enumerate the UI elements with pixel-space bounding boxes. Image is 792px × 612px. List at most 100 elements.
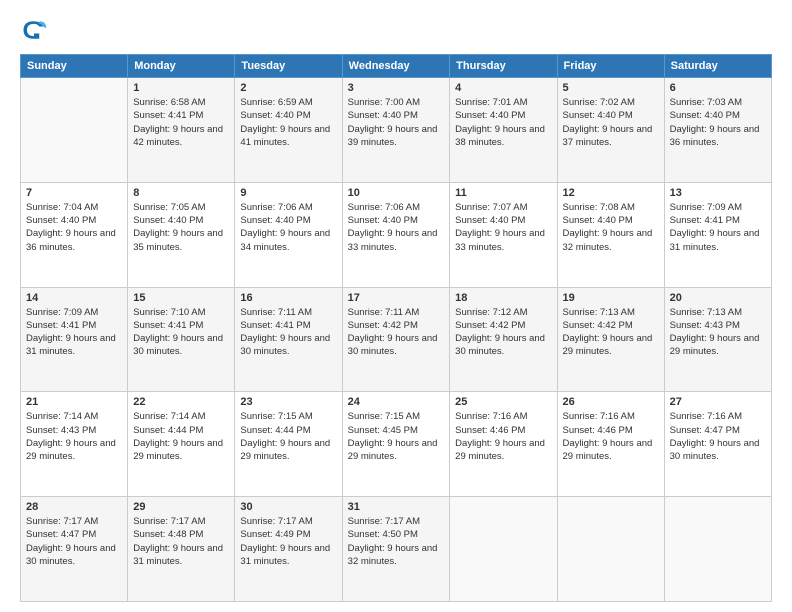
calendar-week-2: 7 Sunrise: 7:04 AMSunset: 4:40 PMDaylight… — [21, 182, 772, 287]
calendar-table: SundayMondayTuesdayWednesdayThursdayFrid… — [20, 54, 772, 602]
calendar-cell: 30Sunrise: 7:17 AMSunset: 4:49 PMDayligh… — [235, 497, 342, 602]
day-number: 7 — [26, 187, 122, 199]
day-info: Sunrise: 7:14 AMSunset: 4:43 PMDaylight:… — [26, 410, 122, 463]
day-number: 3 — [348, 82, 445, 94]
day-number: 23 — [240, 396, 336, 408]
calendar-week-1: 1 Sunrise: 6:58 AMSunset: 4:41 PMDaylight… — [21, 78, 772, 183]
calendar-cell — [664, 497, 771, 602]
day-number: 22 — [133, 396, 229, 408]
day-number: 1 — [133, 82, 229, 94]
calendar-cell: 4 Sunrise: 7:01 AMSunset: 4:40 PMDaylight… — [450, 78, 557, 183]
day-number: 11 — [455, 187, 551, 199]
day-number: 2 — [240, 82, 336, 94]
calendar-cell: 28 Sunrise: 7:17 AMSunset: 4:47 PMDayligh… — [21, 497, 128, 602]
day-info: Sunrise: 7:10 AMSunset: 4:41 PMDaylight:… — [133, 306, 229, 359]
day-info: Sunrise: 7:08 AMSunset: 4:40 PMDaylight:… — [563, 201, 659, 254]
day-info: Sunrise: 7:17 AMSunset: 4:50 PMDaylight:… — [348, 515, 445, 568]
calendar-cell: 19 Sunrise: 7:13 AMSunset: 4:42 PMDayligh… — [557, 287, 664, 392]
day-info: Sunrise: 7:02 AMSunset: 4:40 PMDaylight:… — [563, 96, 659, 149]
day-number: 29 — [133, 501, 229, 513]
calendar-cell: 8 Sunrise: 7:05 AMSunset: 4:40 PMDaylight… — [128, 182, 235, 287]
day-number: 31 — [348, 501, 445, 513]
day-info: Sunrise: 7:03 AMSunset: 4:40 PMDaylight:… — [670, 96, 766, 149]
weekday-header-wednesday: Wednesday — [342, 55, 450, 78]
day-info: Sunrise: 7:16 AMSunset: 4:47 PMDaylight:… — [670, 410, 766, 463]
calendar-cell: 15 Sunrise: 7:10 AMSunset: 4:41 PMDayligh… — [128, 287, 235, 392]
calendar-cell: 31 Sunrise: 7:17 AMSunset: 4:50 PMDayligh… — [342, 497, 450, 602]
day-info: Sunrise: 7:12 AMSunset: 4:42 PMDaylight:… — [455, 306, 551, 359]
day-number: 17 — [348, 292, 445, 304]
day-info: Sunrise: 7:01 AMSunset: 4:40 PMDaylight:… — [455, 96, 551, 149]
day-info: Sunrise: 7:09 AMSunset: 4:41 PMDaylight:… — [670, 201, 766, 254]
header — [20, 16, 772, 44]
weekday-header-friday: Friday — [557, 55, 664, 78]
calendar-cell: 10 Sunrise: 7:06 AMSunset: 4:40 PMDayligh… — [342, 182, 450, 287]
day-number: 24 — [348, 396, 445, 408]
day-number: 9 — [240, 187, 336, 199]
calendar-cell: 27 Sunrise: 7:16 AMSunset: 4:47 PMDayligh… — [664, 392, 771, 497]
day-number: 15 — [133, 292, 229, 304]
calendar-cell: 20Sunrise: 7:13 AMSunset: 4:43 PMDayligh… — [664, 287, 771, 392]
day-info: Sunrise: 7:16 AMSunset: 4:46 PMDaylight:… — [563, 410, 659, 463]
weekday-header-monday: Monday — [128, 55, 235, 78]
calendar-header: SundayMondayTuesdayWednesdayThursdayFrid… — [21, 55, 772, 78]
day-info: Sunrise: 7:14 AMSunset: 4:44 PMDaylight:… — [133, 410, 229, 463]
calendar-cell: 6 Sunrise: 7:03 AMSunset: 4:40 PMDaylight… — [664, 78, 771, 183]
calendar-cell: 9Sunrise: 7:06 AMSunset: 4:40 PMDaylight… — [235, 182, 342, 287]
calendar-cell: 2 Sunrise: 6:59 AMSunset: 4:40 PMDaylight… — [235, 78, 342, 183]
day-info: Sunrise: 7:05 AMSunset: 4:40 PMDaylight:… — [133, 201, 229, 254]
day-number: 4 — [455, 82, 551, 94]
day-info: Sunrise: 7:16 AMSunset: 4:46 PMDaylight:… — [455, 410, 551, 463]
day-info: Sunrise: 7:09 AMSunset: 4:41 PMDaylight:… — [26, 306, 122, 359]
calendar-cell: 29 Sunrise: 7:17 AMSunset: 4:48 PMDayligh… — [128, 497, 235, 602]
day-info: Sunrise: 6:59 AMSunset: 4:40 PMDaylight:… — [240, 96, 336, 149]
day-info: Sunrise: 7:06 AMSunset: 4:40 PMDaylight:… — [348, 201, 445, 254]
calendar-cell: 13 Sunrise: 7:09 AMSunset: 4:41 PMDayligh… — [664, 182, 771, 287]
calendar-cell: 16 Sunrise: 7:11 AMSunset: 4:41 PMDayligh… — [235, 287, 342, 392]
day-number: 25 — [455, 396, 551, 408]
calendar-cell — [557, 497, 664, 602]
day-number: 28 — [26, 501, 122, 513]
calendar-week-3: 14Sunrise: 7:09 AMSunset: 4:41 PMDayligh… — [21, 287, 772, 392]
day-number: 10 — [348, 187, 445, 199]
calendar-cell: 5Sunrise: 7:02 AMSunset: 4:40 PMDaylight… — [557, 78, 664, 183]
day-info: Sunrise: 7:00 AMSunset: 4:40 PMDaylight:… — [348, 96, 445, 149]
day-info: Sunrise: 7:15 AMSunset: 4:45 PMDaylight:… — [348, 410, 445, 463]
day-info: Sunrise: 7:17 AMSunset: 4:48 PMDaylight:… — [133, 515, 229, 568]
calendar-cell: 21 Sunrise: 7:14 AMSunset: 4:43 PMDayligh… — [21, 392, 128, 497]
calendar-cell: 22 Sunrise: 7:14 AMSunset: 4:44 PMDayligh… — [128, 392, 235, 497]
day-number: 27 — [670, 396, 766, 408]
calendar-week-5: 28 Sunrise: 7:17 AMSunset: 4:47 PMDayligh… — [21, 497, 772, 602]
calendar-cell: 26 Sunrise: 7:16 AMSunset: 4:46 PMDayligh… — [557, 392, 664, 497]
day-number: 12 — [563, 187, 659, 199]
day-info: Sunrise: 7:11 AMSunset: 4:41 PMDaylight:… — [240, 306, 336, 359]
day-info: Sunrise: 7:11 AMSunset: 4:42 PMDaylight:… — [348, 306, 445, 359]
calendar-cell: 17 Sunrise: 7:11 AMSunset: 4:42 PMDayligh… — [342, 287, 450, 392]
calendar-cell: 14Sunrise: 7:09 AMSunset: 4:41 PMDayligh… — [21, 287, 128, 392]
day-number: 26 — [563, 396, 659, 408]
day-info: Sunrise: 7:07 AMSunset: 4:40 PMDaylight:… — [455, 201, 551, 254]
day-number: 8 — [133, 187, 229, 199]
calendar-cell — [21, 78, 128, 183]
calendar-cell: 25 Sunrise: 7:16 AMSunset: 4:46 PMDayligh… — [450, 392, 557, 497]
calendar-cell: 18 Sunrise: 7:12 AMSunset: 4:42 PMDayligh… — [450, 287, 557, 392]
day-info: Sunrise: 7:17 AMSunset: 4:47 PMDaylight:… — [26, 515, 122, 568]
day-number: 18 — [455, 292, 551, 304]
day-number: 30 — [240, 501, 336, 513]
day-number: 6 — [670, 82, 766, 94]
day-number: 20 — [670, 292, 766, 304]
day-number: 19 — [563, 292, 659, 304]
day-info: Sunrise: 7:13 AMSunset: 4:42 PMDaylight:… — [563, 306, 659, 359]
day-info: Sunrise: 6:58 AMSunset: 4:41 PMDaylight:… — [133, 96, 229, 149]
calendar-cell: 12 Sunrise: 7:08 AMSunset: 4:40 PMDayligh… — [557, 182, 664, 287]
day-info: Sunrise: 7:15 AMSunset: 4:44 PMDaylight:… — [240, 410, 336, 463]
weekday-header-sunday: Sunday — [21, 55, 128, 78]
logo — [20, 16, 52, 44]
calendar-cell: 24 Sunrise: 7:15 AMSunset: 4:45 PMDayligh… — [342, 392, 450, 497]
day-number: 21 — [26, 396, 122, 408]
day-number: 16 — [240, 292, 336, 304]
calendar-week-4: 21 Sunrise: 7:14 AMSunset: 4:43 PMDayligh… — [21, 392, 772, 497]
day-info: Sunrise: 7:04 AMSunset: 4:40 PMDaylight:… — [26, 201, 122, 254]
calendar-cell: 3 Sunrise: 7:00 AMSunset: 4:40 PMDaylight… — [342, 78, 450, 183]
day-number: 13 — [670, 187, 766, 199]
